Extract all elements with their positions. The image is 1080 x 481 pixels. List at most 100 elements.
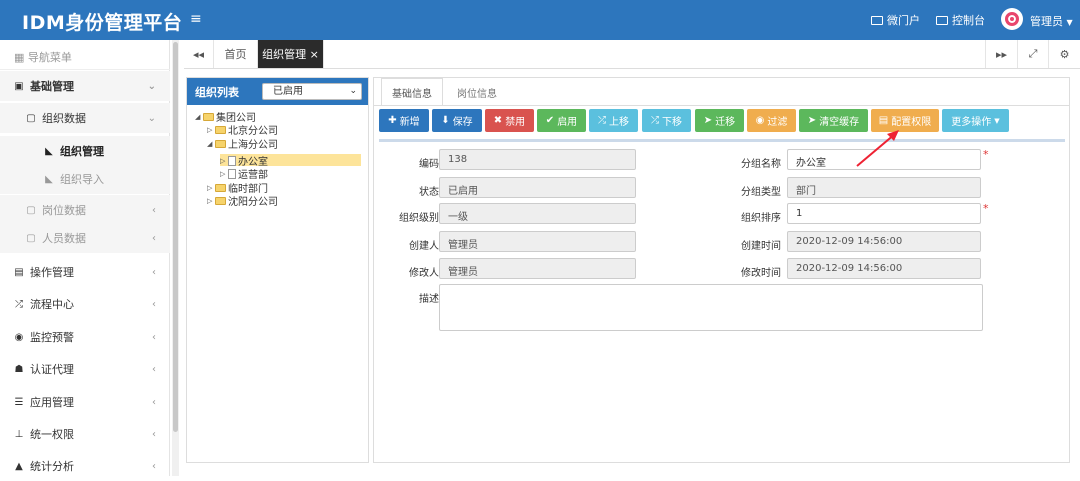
disable-button[interactable]: ✖ 禁用 <box>485 109 534 132</box>
save-button-label: 保存 <box>452 117 473 128</box>
tab-org-management[interactable]: 组织管理 × <box>258 40 324 68</box>
filter-button[interactable]: ◉ 过滤 <box>747 109 796 132</box>
level-label: 组织级别 <box>399 213 439 224</box>
tab-post-info[interactable]: 岗位信息 <box>447 78 507 106</box>
x-icon: ✖ <box>493 115 503 126</box>
user-menu[interactable]: 管理员 ▼ <box>1030 13 1073 29</box>
save-button[interactable]: ⬇ 保存 <box>432 109 482 132</box>
tree-node-label: 沈阳分公司 <box>228 197 278 208</box>
org-list-header: 组织列表 已启用 ⌄ <box>187 78 368 105</box>
sidebar-header: ▦ 导航菜单 <box>0 40 170 70</box>
enable-button[interactable]: ✔ 启用 <box>537 109 586 132</box>
migrate-button[interactable]: ➤ 迁移 <box>695 109 744 132</box>
sidebar-item-label: 基础管理 <box>30 80 74 93</box>
send-icon: ➤ <box>703 115 713 126</box>
required-mark: * <box>983 148 989 161</box>
app-title: IDM身份管理平台 <box>22 12 183 34</box>
sidebar-item-statistics[interactable]: ▲ 统计分析 ‹ <box>0 451 170 481</box>
menu-toggle-icon[interactable]: ≡ <box>190 11 202 27</box>
close-icon[interactable]: × <box>310 48 319 61</box>
creator-label: 创建人 <box>409 241 439 252</box>
sidebar-item-post-data[interactable]: ▢ 岗位数据 ‹ <box>0 195 170 225</box>
sidebar-item-app-management[interactable]: ☰ 应用管理 ‹ <box>0 387 170 417</box>
sidebar-item-unified-permission[interactable]: ⊥ 统一权限 ‹ <box>0 419 170 449</box>
portal-icon <box>871 15 883 25</box>
sidebar-item-label: 组织管理 <box>60 145 104 158</box>
top-bar: IDM身份管理平台 ≡ 微门户 控制台 管理员 ▼ <box>0 0 1080 40</box>
grid-icon: ▦ <box>14 51 28 64</box>
creator-field: 管理员 <box>439 231 636 252</box>
chevron-left-icon: ‹ <box>152 298 156 310</box>
sidebar-item-basic-management[interactable]: ▣ 基础管理 ⌄ <box>0 71 170 101</box>
monitor-icon <box>936 15 948 25</box>
console-link[interactable]: 控制台 <box>936 12 985 28</box>
chevron-left-icon: ‹ <box>152 266 156 278</box>
tag-icon: ◣ <box>45 145 53 157</box>
disable-button-label: 禁用 <box>505 117 526 128</box>
tab-basic-info[interactable]: 基础信息 <box>381 78 443 106</box>
code-field: 138 <box>439 149 636 170</box>
tree-node-operations[interactable]: ▷ 运营部 <box>220 167 268 181</box>
tree-node-beijing[interactable]: ▷ 北京分公司 <box>207 123 278 137</box>
fullscreen-button[interactable]: ⤢ <box>1018 40 1049 68</box>
tag-icon: ◣ <box>45 173 53 185</box>
sidebar-scrollbar-thumb[interactable] <box>173 42 178 432</box>
annotation-arrow-icon <box>856 130 899 167</box>
tab-org-management-label: 组织管理 <box>262 48 307 61</box>
filter-button-label: 过滤 <box>767 117 788 128</box>
type-field: 部门 <box>787 177 981 198</box>
square-icon: ▢ <box>26 232 36 244</box>
sidebar-item-org-management[interactable]: ◣ 组织管理 <box>0 136 170 166</box>
tree-node-shanghai[interactable]: ◢ 上海分公司 <box>207 137 278 151</box>
folder-icon <box>215 139 226 148</box>
org-list-title: 组织列表 <box>195 85 239 99</box>
tab-scroll-right-button[interactable]: ▸▸ <box>985 40 1018 68</box>
more-actions-button[interactable]: 更多操作 ▼ <box>942 109 1009 132</box>
move-up-button-label: 上移 <box>609 117 629 128</box>
tab-scroll-left-button[interactable]: ◂◂ <box>184 40 214 68</box>
basic-info-form: 编码 138 状态 已启用 组织级别 一级 创建人 管理员 修改人 管理员 描述… <box>379 139 1065 459</box>
level-field: 一级 <box>439 203 636 224</box>
add-button[interactable]: ✚ 新增 <box>379 109 429 132</box>
users-icon: ☗ <box>14 363 24 375</box>
eye-icon: ◉ <box>14 331 24 343</box>
sidebar-item-auth-proxy[interactable]: ☗ 认证代理 ‹ <box>0 354 170 384</box>
sidebar-item-monitoring[interactable]: ◉ 监控预警 ‹ <box>0 322 170 352</box>
folder-icon <box>215 183 226 192</box>
avatar[interactable] <box>1001 8 1023 30</box>
move-up-button[interactable]: ⤮ 上移 <box>589 109 638 132</box>
sidebar-item-label: 组织数据 <box>42 112 86 125</box>
sidebar-item-person-data[interactable]: ▢ 人员数据 ‹ <box>0 223 170 253</box>
sort-input[interactable]: 1 <box>787 203 981 224</box>
sidebar-header-label: 导航菜单 <box>27 51 72 64</box>
sidebar-item-workflow[interactable]: ⤮ 流程中心 ‹ <box>0 289 170 319</box>
sidebar-item-label: 统计分析 <box>30 460 74 473</box>
chevron-left-icon: ‹ <box>152 428 156 440</box>
modifier-label: 修改人 <box>409 268 439 279</box>
tree-node-shenyang[interactable]: ▷ 沈阳分公司 <box>207 194 278 208</box>
sidebar-item-org-import[interactable]: ◣ 组织导入 <box>0 164 170 194</box>
description-textarea[interactable] <box>439 284 983 331</box>
file-icon <box>228 155 236 166</box>
required-mark: * <box>983 202 989 215</box>
user-name-label: 管理员 <box>1030 15 1063 28</box>
more-actions-button-label: 更多操作 <box>951 117 992 128</box>
org-status-select[interactable]: 已启用 ⌄ <box>262 83 362 100</box>
tab-home-label: 首页 <box>224 48 247 61</box>
sidebar-item-org-data[interactable]: ▢ 组织数据 ⌄ <box>0 103 170 133</box>
enable-button-label: 启用 <box>557 117 578 128</box>
name-label: 分组名称 <box>741 159 781 170</box>
caret-down-icon: ▼ <box>994 116 1000 125</box>
sidebar-item-operation[interactable]: ▤ 操作管理 ‹ <box>0 257 170 287</box>
square-icon: ▢ <box>26 204 36 216</box>
move-down-button[interactable]: ⤮ 下移 <box>642 109 691 132</box>
tab-home[interactable]: 首页 <box>214 40 258 68</box>
download-icon: ⬇ <box>441 115 450 126</box>
console-label: 控制台 <box>952 14 985 27</box>
tab-settings-button[interactable]: ⚙ <box>1049 40 1080 68</box>
list-icon: ▤ <box>878 115 889 126</box>
tree-node-label: 上海分公司 <box>228 140 278 151</box>
tree-node-label: 运营部 <box>238 170 268 181</box>
portal-link[interactable]: 微门户 <box>871 12 920 28</box>
status-label: 状态 <box>419 187 439 198</box>
